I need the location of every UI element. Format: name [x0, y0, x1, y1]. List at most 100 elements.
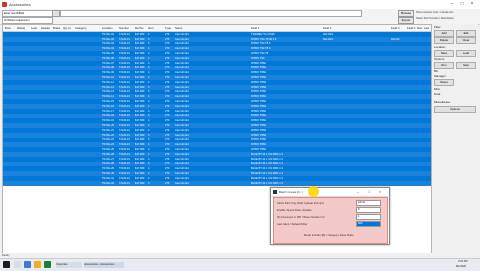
- column-header[interactable]: Type: [165, 26, 171, 30]
- column-header[interactable]: Loan: [31, 26, 37, 30]
- path-browse-button[interactable]: …: [52, 10, 60, 17]
- table-cell: TR-WL-29: [102, 167, 114, 171]
- export-button[interactable]: Export: [398, 17, 414, 24]
- table-cell: NITRO T8S0: [251, 148, 266, 152]
- column-header[interactable]: Brake: [53, 26, 60, 30]
- maximize-icon[interactable]: □: [368, 189, 370, 194]
- dialog-field-input[interactable]: 1/1/1x: [356, 200, 381, 206]
- dialog-option-label[interactable]: Mode Include (B) / Category Dose Ratio: [304, 233, 354, 237]
- column-header[interactable]: Field 4: [407, 26, 415, 30]
- column-header[interactable]: Field 2: [323, 26, 331, 30]
- search-icon[interactable]: [14, 261, 21, 268]
- folder-icon[interactable]: [34, 261, 41, 268]
- table-cell: Can Hlt 414: [175, 181, 189, 185]
- minimize-icon[interactable]: –: [357, 189, 359, 194]
- table-cell: TR-WL-09: [102, 71, 114, 75]
- column-header[interactable]: Location: [102, 26, 113, 30]
- column-header[interactable]: Last: [424, 26, 429, 30]
- table-cell: TCHS-01: [119, 76, 130, 80]
- table-cell: 270: [165, 95, 170, 99]
- clear-button[interactable]: Clear: [456, 37, 476, 44]
- table-cell: 270: [165, 119, 170, 123]
- table-cell: 270: [165, 172, 170, 176]
- run-button[interactable]: Run: [434, 62, 454, 69]
- options-button[interactable]: Options: [434, 106, 476, 113]
- table-cell: NITRO TS4: [251, 56, 265, 60]
- start-icon[interactable]: [3, 261, 10, 268]
- table-cell: NITRO TS4 T8 0: [251, 42, 271, 46]
- dialog-field-input[interactable]: 0: [356, 207, 381, 213]
- taskbar-item[interactable]: Corporate: [56, 262, 82, 268]
- table-cell: BLUE BT 24 1 CN 0004 1 3: [251, 162, 283, 166]
- path-input[interactable]: Enter new R/Bulk: [2, 10, 53, 17]
- table-cell: TCHS-01: [119, 52, 130, 56]
- search-input[interactable]: [60, 10, 362, 17]
- column-header[interactable]: Number: [119, 26, 129, 30]
- table-cell: 270: [165, 152, 170, 156]
- column-header[interactable]: Field 1: [251, 26, 259, 30]
- column-header[interactable]: Disc: [417, 26, 422, 30]
- table-row[interactable]: TR-WL-32 TCHS-01 $17.960 4 270 Can Hlt 414 BLU…: [3, 180, 431, 186]
- table-cell: Can Hlt 414: [175, 162, 189, 166]
- window-title: Accessories: [9, 2, 31, 7]
- save-button[interactable]: Save: [434, 50, 454, 57]
- requirement-input[interactable]: N/ Where requirement: [2, 17, 53, 24]
- edge-icon[interactable]: [24, 261, 31, 268]
- table-cell: $17.960: [135, 176, 145, 180]
- table-cell: TR-WL-21: [102, 128, 114, 132]
- table-cell: TCHS-01: [119, 90, 130, 94]
- close-icon[interactable]: ×: [467, 1, 477, 8]
- close-icon[interactable]: ×: [379, 189, 381, 194]
- table-cell: 4: [148, 76, 150, 80]
- batch-create-dialog: Batch Create [C..] – □ × Stock Part Only…: [270, 187, 390, 245]
- column-header[interactable]: Category: [75, 26, 86, 30]
- table-cell: $17.960: [135, 157, 145, 161]
- table-cell: 4: [148, 95, 150, 99]
- table-cell: 270: [165, 128, 170, 132]
- table-cell: Can Hlt 414: [175, 76, 189, 80]
- table-cell: $17.960: [135, 138, 145, 142]
- taskbar-item-active[interactable]: Accessories - Accessories: [84, 262, 124, 268]
- table-cell: 4: [148, 172, 150, 176]
- column-header[interactable]: Ref No: [135, 26, 144, 30]
- reset-button[interactable]: Reset: [434, 79, 454, 86]
- table-cell: TCHS-01: [119, 100, 130, 104]
- excel-icon[interactable]: [44, 261, 51, 268]
- load-button[interactable]: Load: [456, 50, 476, 57]
- column-header[interactable]: Name: [175, 26, 182, 30]
- minimize-icon[interactable]: –: [447, 1, 457, 8]
- table-cell: 4: [148, 181, 150, 185]
- clock-date[interactable]: 8/1/2020: [456, 265, 466, 268]
- column-header[interactable]: Item: [148, 26, 153, 30]
- dialog-field-input-selected[interactable]: 000: [356, 221, 381, 227]
- filter-panel: Filter Add Edit Delete Clear Location Sa…: [432, 24, 478, 129]
- table-cell: $17.960: [135, 85, 145, 89]
- table-cell: TR-WL-16: [102, 104, 114, 108]
- table-cell: 270: [165, 104, 170, 108]
- table-cell: 4: [148, 71, 150, 75]
- stop-button[interactable]: Stop: [456, 62, 476, 69]
- clock-time[interactable]: 3:02 PM: [458, 260, 468, 263]
- table-cell: $17.960: [135, 114, 145, 118]
- table-cell: TR-WL-26: [102, 152, 114, 156]
- table-cell: TCHS-01: [119, 152, 130, 156]
- table-cell: 4: [148, 152, 150, 156]
- column-header[interactable]: Field 3: [391, 26, 399, 30]
- table-cell: 270: [165, 56, 170, 60]
- table-cell: TCHS-01: [119, 124, 130, 128]
- column-header[interactable]: Qty Lo: [63, 26, 71, 30]
- column-header[interactable]: Rating: [17, 26, 25, 30]
- edit-button[interactable]: Edit: [456, 30, 476, 37]
- table-cell: TCHS-01: [119, 181, 130, 185]
- delete-button[interactable]: Delete: [434, 37, 454, 44]
- table-cell: 270: [165, 52, 170, 56]
- column-header[interactable]: Header: [41, 26, 50, 30]
- table-cell: TCHS-01: [119, 114, 130, 118]
- column-header[interactable]: Row: [5, 26, 11, 30]
- browse-button[interactable]: Browse: [398, 10, 414, 17]
- table-cell: BLUE BT 24 1 CN 0004 1 3: [251, 172, 283, 176]
- table-cell: 4: [148, 42, 150, 46]
- dialog-field-input[interactable]: 1: [356, 214, 381, 220]
- maximize-icon[interactable]: □: [457, 1, 467, 8]
- add-button[interactable]: Add: [434, 30, 454, 37]
